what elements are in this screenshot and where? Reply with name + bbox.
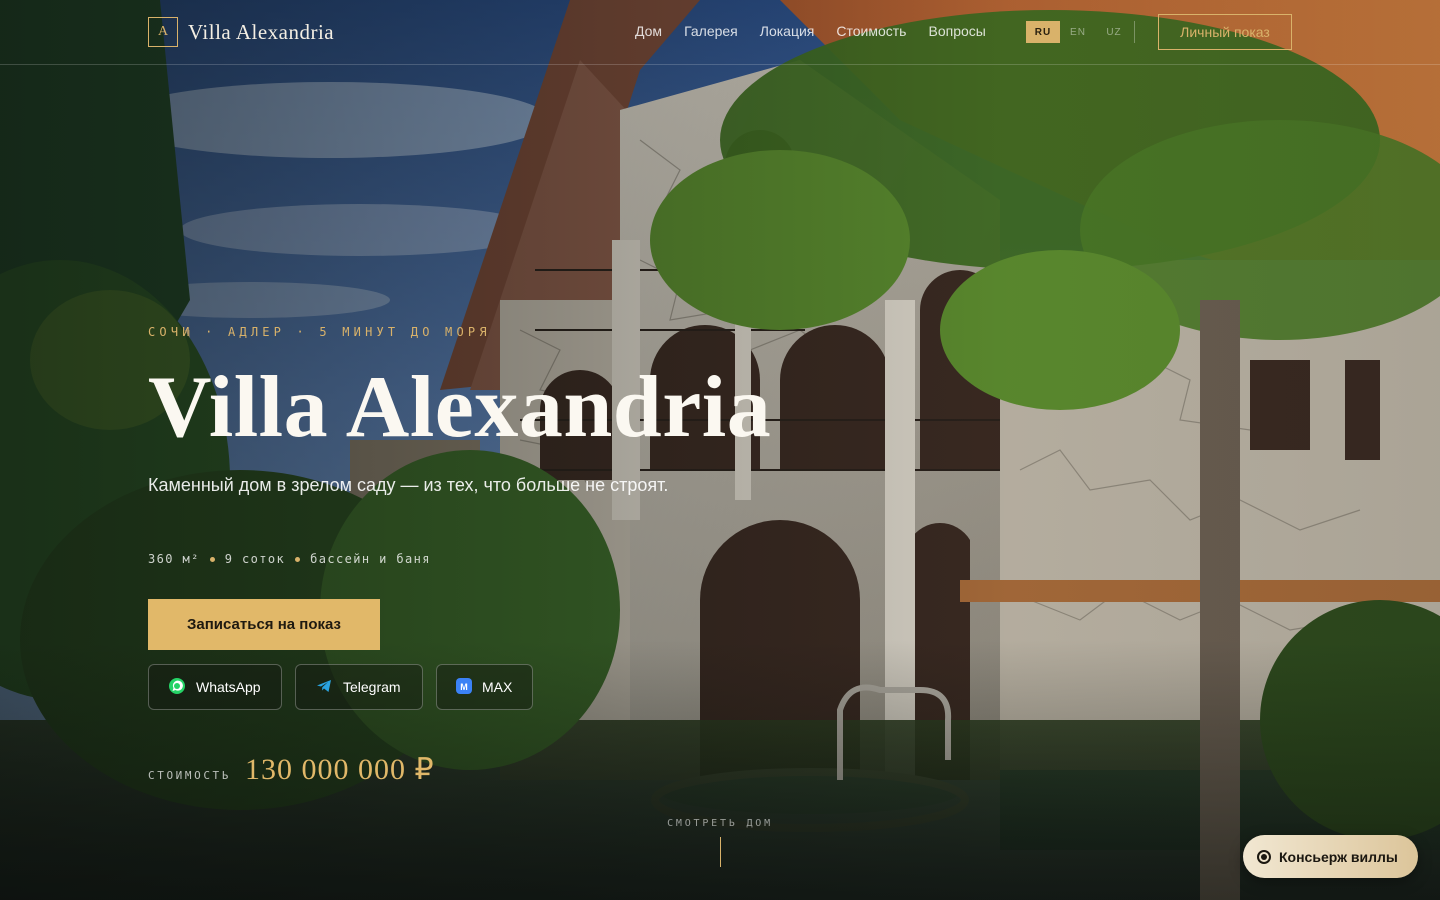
svg-text:M: M xyxy=(460,682,468,692)
max-label: MAX xyxy=(482,679,513,695)
logo-text: Villa Alexandria xyxy=(188,19,335,44)
whatsapp-label: WhatsApp xyxy=(196,679,261,695)
price-value: 130 000 000 ₽ xyxy=(245,753,435,786)
spec-plot: 9 соток xyxy=(224,552,286,566)
price-block: СТОИМОСТЬ 130 000 000 ₽ xyxy=(148,752,435,787)
hero-subtitle: Каменный дом в зрелом саду — из тех, что… xyxy=(148,475,669,495)
whatsapp-button[interactable]: WhatsApp xyxy=(148,664,282,710)
scroll-line xyxy=(719,837,721,867)
max-button[interactable]: M MAX xyxy=(436,664,533,710)
nav-link-faq[interactable]: Вопросы xyxy=(928,23,985,39)
telegram-label: Telegram xyxy=(343,679,401,695)
concierge-label: Консьерж виллы xyxy=(1279,848,1398,865)
concierge-chat-button[interactable]: Консьерж виллы xyxy=(1243,835,1418,878)
logo-mark: A xyxy=(148,17,178,47)
spec-separator xyxy=(209,556,215,562)
spec-area: 360 м² xyxy=(148,552,200,566)
hero-title: Villa Alexandria xyxy=(148,359,772,456)
scroll-label: СМОТРЕТЬ ДОМ xyxy=(667,818,773,829)
site-header: A Villa Alexandria Дом Галерея Локация С… xyxy=(0,0,1440,65)
nav-link-location[interactable]: Локация xyxy=(760,23,815,39)
lang-uz[interactable]: UZ xyxy=(1096,21,1132,43)
lang-ru[interactable]: RU xyxy=(1026,21,1060,43)
logo[interactable]: A Villa Alexandria xyxy=(148,17,334,47)
nav-link-price[interactable]: Стоимость xyxy=(836,23,906,39)
language-switcher: RU EN UZ xyxy=(1026,21,1135,43)
main-nav: Дом Галерея Локация Стоимость Вопросы xyxy=(635,23,986,39)
lang-en[interactable]: EN xyxy=(1060,21,1096,43)
telegram-button[interactable]: Telegram xyxy=(295,664,423,710)
whatsapp-icon xyxy=(168,677,186,698)
messenger-buttons: WhatsApp Telegram M MAX xyxy=(148,664,533,710)
spec-amenities: бассейн и баня xyxy=(310,552,431,566)
max-icon: M xyxy=(456,677,472,697)
nav-link-house[interactable]: Дом xyxy=(635,23,662,39)
private-viewing-button[interactable]: Личный показ xyxy=(1158,14,1292,50)
hero-eyebrow: СОЧИ · АДЛЕР · 5 МИНУТ ДО МОРЯ xyxy=(148,325,491,339)
hero-specs: 360 м² 9 соток бассейн и баня xyxy=(148,552,431,566)
scroll-indicator[interactable]: СМОТРЕТЬ ДОМ xyxy=(620,818,820,867)
price-label: СТОИМОСТЬ xyxy=(148,769,232,782)
record-dot-icon xyxy=(1257,849,1271,864)
book-viewing-button[interactable]: Записаться на показ xyxy=(148,599,380,650)
telegram-icon xyxy=(315,677,333,698)
lang-divider xyxy=(1134,21,1135,43)
spec-separator xyxy=(295,556,301,562)
nav-link-gallery[interactable]: Галерея xyxy=(684,23,738,39)
